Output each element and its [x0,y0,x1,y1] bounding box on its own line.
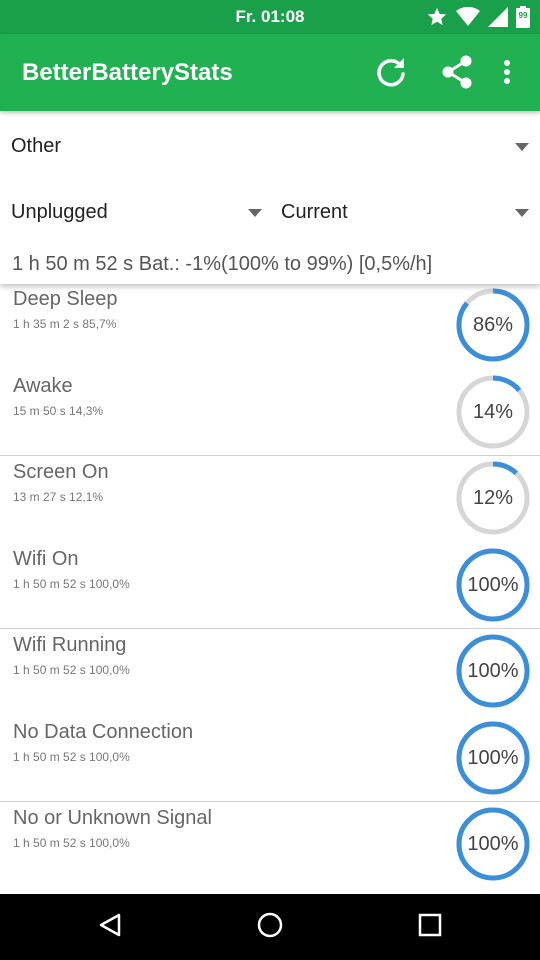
battery-level: 99 [518,11,528,20]
item-title: No or Unknown Signal [13,807,212,829]
share-button[interactable] [437,54,477,94]
percentage-label: 14% [472,400,514,423]
list-item[interactable]: Wifi On 1 h 50 m 52 s 100,0% 100% [0,542,540,628]
item-detail: 15 m 50 s 14,3% [13,403,104,418]
refresh-icon [374,55,408,94]
wifi-icon [456,7,480,27]
percentage-label: 100% [467,660,519,682]
stat-list[interactable]: Deep Sleep 1 h 35 m 2 s 85,7% 86% Awake 15 m… [0,284,540,894]
list-item[interactable]: Deep Sleep 1 h 35 m 2 s 85,7% 86% [0,284,540,368]
signal-icon [488,7,508,27]
filter-panel: Other Unplugged Current 1 h 50 m 52 s Ba… [0,111,540,284]
to-reference-value: Current [281,201,348,223]
from-reference-dropdown[interactable]: Unplugged [11,191,271,231]
percentage-label: 12% [472,487,514,509]
item-title: Deep Sleep [13,288,118,310]
battery-summary: 1 h 50 m 52 s Bat.: -1%(100% to 99%) [0,… [12,253,433,275]
chevron-down-icon [248,209,262,217]
recents-button[interactable] [410,907,450,947]
to-reference-dropdown[interactable]: Current [281,191,536,231]
item-title: Screen On [13,461,109,483]
item-detail: 13 m 27 s 12,1% [13,490,104,504]
item-title: Wifi Running [13,634,127,656]
list-item[interactable]: Wifi Running 1 h 50 m 52 s 100,0% 100% [0,628,540,714]
status-icons: 99 [426,6,530,28]
app-bar: BetterBatteryStats [0,34,540,111]
percentage-label: 100% [467,573,519,596]
home-button[interactable] [250,907,290,947]
overflow-menu-button[interactable] [487,54,527,94]
battery-icon: 99 [516,6,530,28]
percentage-label: 100% [467,746,519,769]
item-detail: 1 h 50 m 52 s 100,0% [13,576,130,591]
navigation-bar [0,894,540,960]
back-icon [97,912,123,943]
list-item[interactable]: No Data Connection 1 h 50 m 52 s 100,0% 10… [0,715,540,801]
overflow-menu-icon [503,59,511,90]
item-detail: 1 h 50 m 52 s 100,0% [13,749,130,764]
recents-icon [418,913,442,942]
percentage-label: 86% [472,314,514,336]
item-title: Awake [13,374,73,397]
list-item[interactable]: No or Unknown Signal 1 h 50 m 52 s 100,0%… [0,801,540,887]
item-detail: 1 h 35 m 2 s 85,7% [13,317,117,331]
refresh-button[interactable] [371,54,411,94]
stat-type-value: Other [11,135,62,157]
item-detail: 1 h 50 m 52 s 100,0% [13,836,130,850]
status-bar: Fr. 01:08 99 [0,0,540,34]
list-item[interactable]: Awake 15 m 50 s 14,3% 14% [0,369,540,455]
stat-type-dropdown[interactable]: Other [11,125,536,165]
item-title: Wifi On [13,547,79,570]
chevron-down-icon [515,143,529,151]
star-icon [426,6,448,28]
share-icon [439,54,475,95]
item-detail: 1 h 50 m 52 s 100,0% [13,663,130,677]
home-icon [256,911,284,944]
from-reference-value: Unplugged [11,201,108,223]
chevron-down-icon [515,209,529,217]
app-title: BetterBatteryStats [22,59,233,86]
back-button[interactable] [90,907,130,947]
list-item[interactable]: Screen On 13 m 27 s 12,1% 12% [0,455,540,541]
item-title: No Data Connection [13,720,194,743]
percentage-label: 100% [467,833,519,855]
